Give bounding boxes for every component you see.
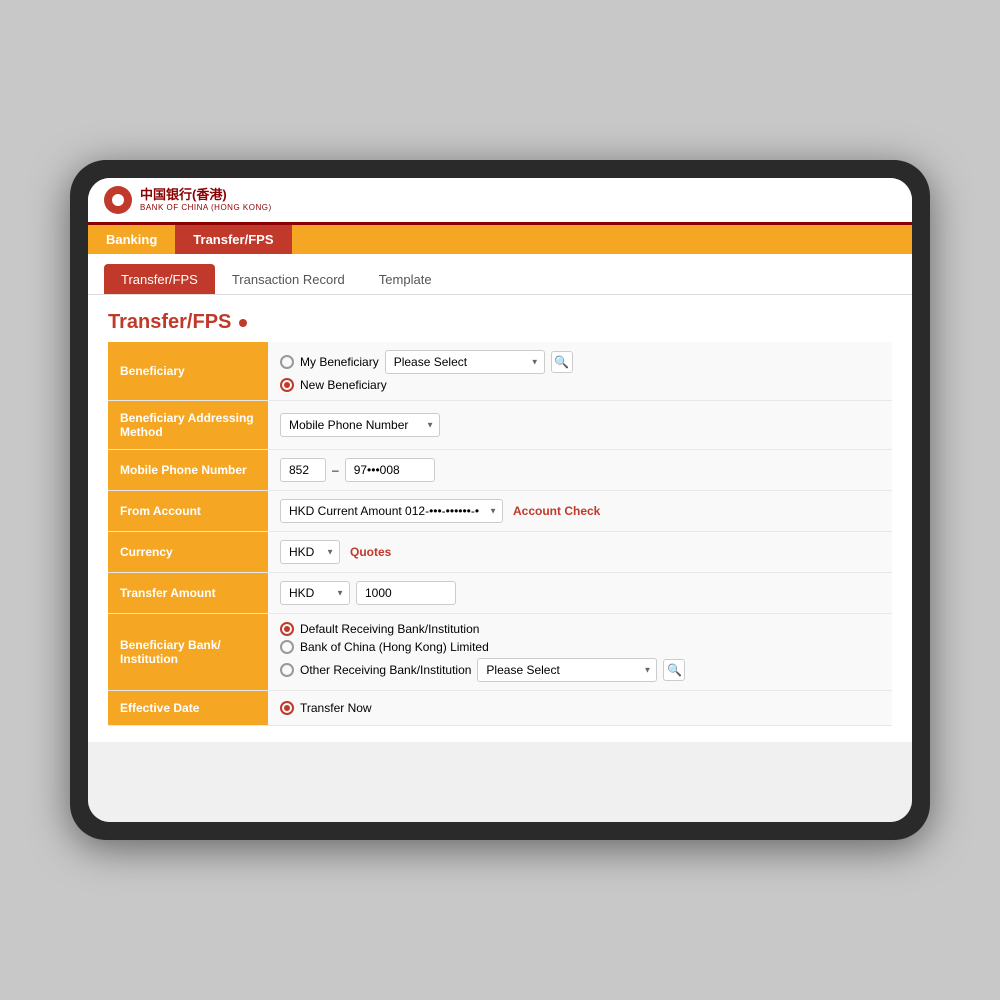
- bene-bank-boc-radio[interactable]: [280, 640, 294, 654]
- addressing-select[interactable]: Mobile Phone Number: [280, 413, 440, 437]
- addressing-method-value: Mobile Phone Number: [268, 401, 892, 450]
- nav-item-transfer[interactable]: Transfer/FPS: [175, 225, 291, 254]
- transfer-now-row: Transfer Now: [280, 701, 880, 715]
- bene-bank-boc-label: Bank of China (Hong Kong) Limited: [300, 640, 489, 654]
- transfer-currency-select[interactable]: HKD: [280, 581, 350, 605]
- bene-bank-row: Beneficiary Bank/ Institution Default Re…: [108, 614, 892, 691]
- transfer-amount-input[interactable]: [356, 581, 456, 605]
- beneficiary-select-wrapper: Please Select: [385, 350, 545, 374]
- from-account-select[interactable]: HKD Current Amount 012-•••-••••••-•: [280, 499, 503, 523]
- new-beneficiary-label: New Beneficiary: [300, 378, 387, 392]
- top-bar: 中国银行(香港) BANK OF CHINA (HONG KONG): [88, 178, 912, 225]
- bene-bank-radio-group: Default Receiving Bank/Institution Bank …: [280, 622, 880, 682]
- new-beneficiary-row: New Beneficiary: [280, 378, 880, 392]
- new-beneficiary-radio[interactable]: [280, 378, 294, 392]
- bene-bank-boc-row: Bank of China (Hong Kong) Limited: [280, 640, 880, 654]
- bene-bank-other-select[interactable]: Please Select: [477, 658, 657, 682]
- beneficiary-select[interactable]: Please Select: [385, 350, 545, 374]
- transfer-now-label: Transfer Now: [300, 701, 372, 715]
- quotes-link[interactable]: Quotes: [350, 545, 391, 559]
- transfer-amount-label: Transfer Amount: [108, 573, 268, 614]
- tab-transfer-fps[interactable]: Transfer/FPS: [104, 264, 215, 294]
- from-account-value: HKD Current Amount 012-•••-••••••-• Acco…: [268, 491, 892, 532]
- tab-row: Transfer/FPS Transaction Record Template: [88, 254, 912, 295]
- beneficiary-search-icon[interactable]: 🔍: [551, 351, 573, 373]
- addressing-method-row: Beneficiary Addressing Method Mobile Pho…: [108, 401, 892, 450]
- bene-bank-value: Default Receiving Bank/Institution Bank …: [268, 614, 892, 691]
- transfer-amount-row: Transfer Amount HKD: [108, 573, 892, 614]
- addressing-method-label: Beneficiary Addressing Method: [108, 401, 268, 450]
- tablet-device: 中国银行(香港) BANK OF CHINA (HONG KONG) Banki…: [70, 160, 930, 840]
- mobile-number-input[interactable]: [345, 458, 435, 482]
- bene-bank-other-row: Other Receiving Bank/Institution Please …: [280, 658, 880, 682]
- form-card: Transfer/FPS Beneficiary My Beneficiary: [88, 295, 912, 742]
- currency-select-wrapper: HKD: [280, 540, 340, 564]
- transfer-amount-value: HKD: [268, 573, 892, 614]
- nav-item-banking[interactable]: Banking: [88, 225, 175, 254]
- nav-bar: Banking Transfer/FPS: [88, 225, 912, 254]
- form-title: Transfer/FPS: [108, 311, 892, 334]
- logo-icon: [104, 186, 132, 214]
- content-area: Transfer/FPS Transaction Record Template…: [88, 254, 912, 822]
- from-account-row: From Account HKD Current Amount 012-•••-…: [108, 491, 892, 532]
- account-check-link[interactable]: Account Check: [513, 504, 600, 518]
- title-dot: [239, 319, 247, 327]
- mobile-value: –: [268, 450, 892, 491]
- from-account-select-wrapper: HKD Current Amount 012-•••-••••••-•: [280, 499, 503, 523]
- effective-date-value: Transfer Now: [268, 691, 892, 726]
- my-beneficiary-radio[interactable]: [280, 355, 294, 369]
- beneficiary-radio-group: My Beneficiary Please Select 🔍: [280, 350, 880, 392]
- mobile-country-input[interactable]: [280, 458, 326, 482]
- currency-row: Currency HKD Quotes: [108, 532, 892, 573]
- bene-bank-default-row: Default Receiving Bank/Institution: [280, 622, 880, 636]
- addressing-select-wrapper: Mobile Phone Number: [280, 413, 440, 437]
- form-table: Beneficiary My Beneficiary Please Select: [108, 342, 892, 726]
- tab-transaction-record[interactable]: Transaction Record: [215, 264, 362, 294]
- beneficiary-label: Beneficiary: [108, 342, 268, 401]
- bene-bank-search-icon[interactable]: 🔍: [663, 659, 685, 681]
- mobile-label: Mobile Phone Number: [108, 450, 268, 491]
- my-beneficiary-row: My Beneficiary Please Select 🔍: [280, 350, 880, 374]
- transfer-now-radio[interactable]: [280, 701, 294, 715]
- from-account-label: From Account: [108, 491, 268, 532]
- bene-bank-other-wrapper: Please Select: [477, 658, 657, 682]
- tablet-screen: 中国银行(香港) BANK OF CHINA (HONG KONG) Banki…: [88, 178, 912, 822]
- bene-bank-other-radio[interactable]: [280, 663, 294, 677]
- currency-value: HKD Quotes: [268, 532, 892, 573]
- transfer-currency-wrapper: HKD: [280, 581, 350, 605]
- my-beneficiary-label: My Beneficiary: [300, 355, 379, 369]
- beneficiary-value: My Beneficiary Please Select 🔍: [268, 342, 892, 401]
- bene-bank-label: Beneficiary Bank/ Institution: [108, 614, 268, 691]
- currency-label: Currency: [108, 532, 268, 573]
- mobile-dash: –: [332, 463, 339, 477]
- tab-template[interactable]: Template: [362, 264, 449, 294]
- bene-bank-other-label: Other Receiving Bank/Institution: [300, 663, 471, 677]
- bene-bank-default-radio[interactable]: [280, 622, 294, 636]
- effective-date-row: Effective Date Transfer Now: [108, 691, 892, 726]
- beneficiary-row: Beneficiary My Beneficiary Please Select: [108, 342, 892, 401]
- effective-date-label: Effective Date: [108, 691, 268, 726]
- bene-bank-default-label: Default Receiving Bank/Institution: [300, 622, 479, 636]
- currency-select[interactable]: HKD: [280, 540, 340, 564]
- logo-text: 中国银行(香港) BANK OF CHINA (HONG KONG): [140, 187, 272, 212]
- mobile-row: Mobile Phone Number –: [108, 450, 892, 491]
